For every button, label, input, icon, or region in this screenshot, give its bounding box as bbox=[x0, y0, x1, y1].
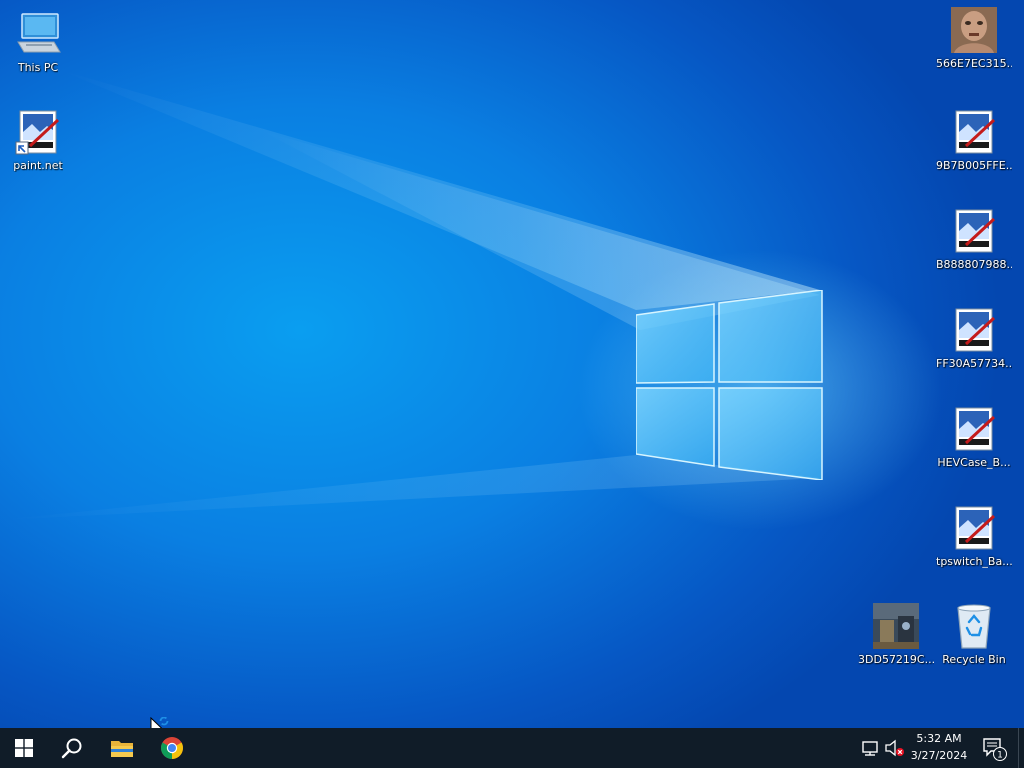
network-icon[interactable] bbox=[860, 738, 882, 758]
clock-time: 5:32 AM bbox=[916, 732, 962, 745]
chrome-icon bbox=[161, 737, 183, 759]
paintnet-image-icon bbox=[950, 108, 998, 156]
paintnet-image-icon bbox=[950, 405, 998, 453]
desktop-icon-label: 566E7EC315... bbox=[936, 57, 1012, 70]
start-button[interactable] bbox=[0, 728, 48, 768]
search-button[interactable] bbox=[48, 728, 96, 768]
search-icon bbox=[61, 738, 82, 759]
taskbar: 5:32 AM 3/27/2024 1 bbox=[0, 728, 1024, 768]
desktop-icon-label: tpswitch_Ba... bbox=[936, 555, 1012, 568]
photo-thumbnail-icon bbox=[872, 602, 920, 650]
file-explorer-icon bbox=[111, 741, 133, 757]
show-desktop-button[interactable] bbox=[1018, 728, 1024, 768]
file-explorer-button[interactable] bbox=[98, 728, 146, 768]
desktop-icon-label: FF30A57734... bbox=[936, 357, 1012, 370]
windows-start-icon bbox=[15, 739, 33, 757]
desktop-icon-this-pc[interactable]: This PC bbox=[0, 10, 76, 74]
desktop-icon-image-b888807988[interactable]: B888807988... bbox=[936, 207, 1012, 271]
paintnet-icon bbox=[14, 108, 62, 156]
notification-count: 1 bbox=[997, 751, 1003, 761]
paintnet-image-icon bbox=[950, 306, 998, 354]
recycle-bin-icon bbox=[950, 602, 998, 650]
desktop-icon-label: 9B7B005FFE... bbox=[936, 159, 1012, 172]
desktop-icon-image-566e7ec315[interactable]: 566E7EC315... bbox=[936, 6, 1012, 70]
desktop-icon-label: Recycle Bin bbox=[942, 653, 1006, 666]
desktop-icon-image-tpswitch[interactable]: tpswitch_Ba... bbox=[936, 504, 1012, 568]
desktop-icon-paintnet[interactable]: paint.net bbox=[0, 108, 76, 172]
system-clock[interactable]: 5:32 AM 3/27/2024 bbox=[900, 730, 978, 766]
paintnet-image-icon bbox=[950, 504, 998, 552]
computer-icon bbox=[14, 10, 62, 58]
desktop-icon-label: This PC bbox=[17, 61, 59, 74]
desktop-icon-label: HEVCase_B... bbox=[937, 456, 1011, 469]
desktop-icon-recycle-bin[interactable]: Recycle Bin bbox=[936, 602, 1012, 666]
action-center-button[interactable]: 1 bbox=[980, 734, 1008, 762]
desktop-icon-image-ff30a57734[interactable]: FF30A57734... bbox=[936, 306, 1012, 370]
desktop-icon-image-9b7b005ffe[interactable]: 9B7B005FFE... bbox=[936, 108, 1012, 172]
wallpaper-windows-logo bbox=[636, 290, 823, 480]
desktop-icon-image-3dd57219c[interactable]: 3DD57219C... bbox=[858, 602, 934, 666]
desktop[interactable]: This PC paint.net 566E7EC315... 9B7B005F… bbox=[0, 0, 1024, 728]
desktop-icon-image-hevcase[interactable]: HEVCase_B... bbox=[936, 405, 1012, 469]
desktop-icon-label: paint.net bbox=[13, 159, 63, 172]
desktop-icon-label: B888807988... bbox=[936, 258, 1012, 271]
desktop-icon-label: 3DD57219C... bbox=[858, 653, 934, 666]
chrome-button[interactable] bbox=[148, 728, 196, 768]
photo-thumbnail-icon bbox=[950, 6, 998, 54]
clock-date: 3/27/2024 bbox=[910, 749, 968, 762]
paintnet-image-icon bbox=[950, 207, 998, 255]
notification-icon: 1 bbox=[983, 738, 1007, 761]
